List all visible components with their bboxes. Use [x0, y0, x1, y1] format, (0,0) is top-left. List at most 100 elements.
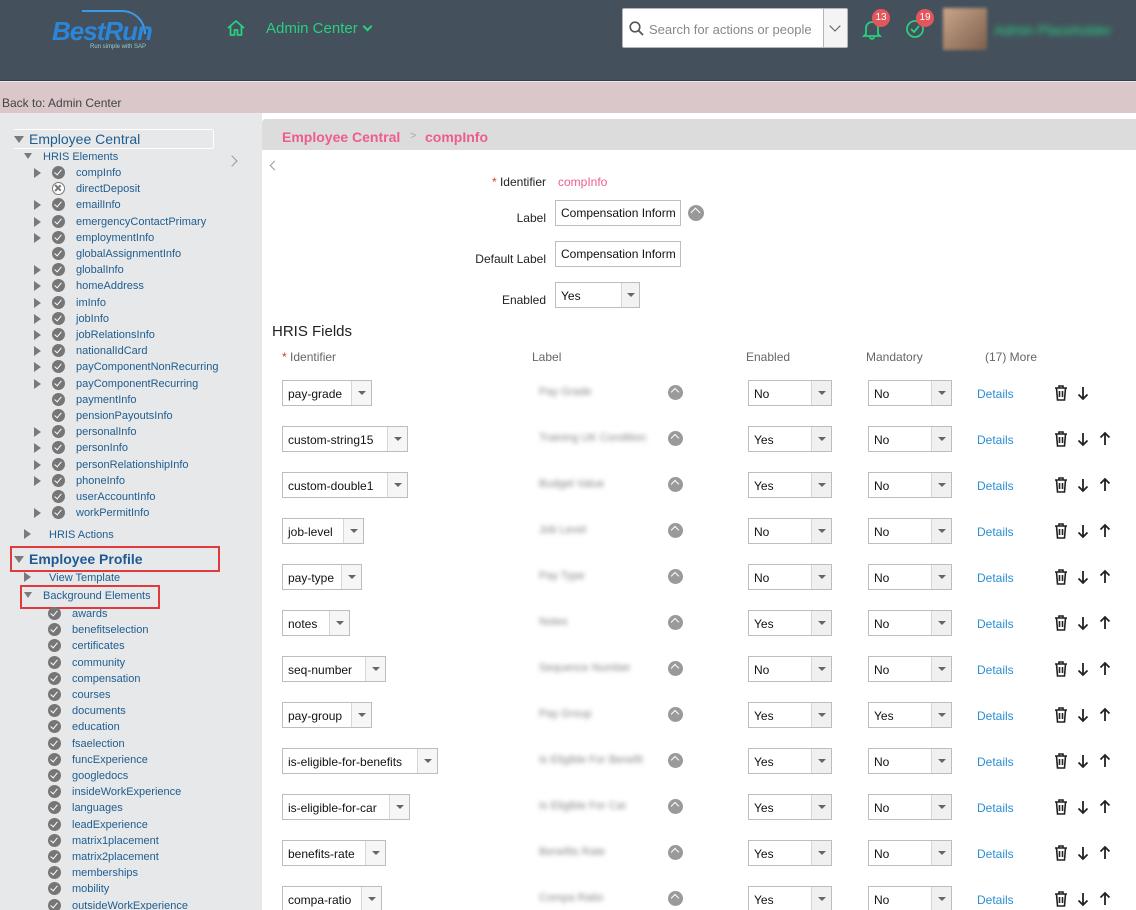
sidebar-item-background-element[interactable]: googledocs — [48, 768, 128, 784]
sidebar-item-hris-element[interactable]: directDeposit — [34, 181, 140, 197]
details-link[interactable]: Details — [977, 893, 1014, 907]
expand-right-icon[interactable] — [34, 427, 41, 438]
identifier-select[interactable]: benefits-rate — [282, 840, 386, 866]
move-up-arrow-icon[interactable] — [1097, 844, 1113, 862]
move-up-arrow-icon[interactable] — [1097, 798, 1113, 816]
field-label-input[interactable]: Sequence Number — [537, 658, 657, 680]
details-link[interactable]: Details — [977, 525, 1014, 539]
label-input[interactable] — [555, 200, 681, 226]
translate-globe-icon[interactable] — [668, 845, 683, 860]
details-link[interactable]: Details — [977, 847, 1014, 861]
chevron-right-icon[interactable] — [226, 155, 238, 167]
enabled-select[interactable]: Yes — [555, 282, 640, 308]
details-link[interactable]: Details — [977, 617, 1014, 631]
details-link[interactable]: Details — [977, 709, 1014, 723]
move-up-arrow-icon[interactable] — [1097, 752, 1113, 770]
enabled-select[interactable]: Yes — [748, 702, 832, 728]
field-label-input[interactable]: Is Eligible For Car — [537, 796, 657, 818]
move-down-arrow-icon[interactable] — [1075, 384, 1091, 402]
user-name[interactable]: Admin Placeholder — [994, 22, 1112, 38]
admin-center-menu[interactable]: Admin Center — [266, 20, 373, 37]
sidebar-item-background-element[interactable]: funcExperience — [48, 752, 148, 768]
column-header-more[interactable]: (17) More — [985, 350, 1037, 364]
mandatory-select[interactable]: No — [868, 840, 952, 866]
enabled-select[interactable]: Yes — [748, 794, 832, 820]
move-down-arrow-icon[interactable] — [1075, 522, 1091, 540]
trash-icon[interactable] — [1053, 522, 1069, 540]
field-label-input[interactable]: Training UK Condition — [537, 428, 657, 450]
sidebar-item-hris-element[interactable]: phoneInfo — [34, 473, 125, 489]
sidebar-item-background-element[interactable]: insideWorkExperience — [48, 784, 181, 800]
sidebar-item-hris-element[interactable]: userAccountInfo — [34, 489, 156, 505]
sidebar-item-hris-element[interactable]: globalInfo — [34, 262, 124, 278]
default-label-input[interactable] — [555, 241, 681, 267]
move-up-arrow-icon[interactable] — [1097, 614, 1113, 632]
sidebar-item-hris-element[interactable]: homeAddress — [34, 278, 144, 294]
move-down-arrow-icon[interactable] — [1075, 890, 1091, 908]
details-link[interactable]: Details — [977, 663, 1014, 677]
field-label-input[interactable]: Notes — [537, 612, 657, 634]
expand-right-icon[interactable] — [34, 216, 41, 227]
sidebar-item-background-element[interactable]: languages — [48, 800, 123, 816]
trash-icon[interactable] — [1053, 660, 1069, 678]
expand-right-icon[interactable] — [34, 346, 41, 357]
mandatory-select[interactable]: No — [868, 564, 952, 590]
field-label-input[interactable]: Is Eligible For Benefit — [537, 750, 657, 772]
identifier-select[interactable]: pay-group — [282, 702, 372, 728]
sidebar-item-background-element[interactable]: benefitselection — [48, 622, 148, 638]
sidebar-item-background-element[interactable]: courses — [48, 687, 111, 703]
translate-globe-icon[interactable] — [668, 753, 683, 768]
sidebar-section-employee-central[interactable]: Employee Central — [14, 129, 214, 149]
translate-globe-icon[interactable] — [668, 385, 683, 400]
sidebar-item-hris-element[interactable]: paymentInfo — [34, 392, 137, 408]
mandatory-select[interactable]: No — [868, 656, 952, 682]
sidebar-item-hris-element[interactable]: personRelationshipInfo — [34, 457, 189, 473]
company-logo[interactable]: BestRun Run simple with SAP — [50, 10, 154, 52]
enabled-select[interactable]: Yes — [748, 886, 832, 910]
enabled-select[interactable]: No — [748, 518, 832, 544]
move-down-arrow-icon[interactable] — [1075, 660, 1091, 678]
move-down-arrow-icon[interactable] — [1075, 706, 1091, 724]
mandatory-select[interactable]: No — [868, 794, 952, 820]
translate-globe-icon[interactable] — [668, 615, 683, 630]
move-up-arrow-icon[interactable] — [1097, 890, 1113, 908]
expand-right-icon[interactable] — [34, 508, 41, 519]
home-icon[interactable] — [226, 18, 246, 38]
move-up-arrow-icon[interactable] — [1097, 568, 1113, 586]
trash-icon[interactable] — [1053, 798, 1069, 816]
mandatory-select[interactable]: No — [868, 610, 952, 636]
enabled-select[interactable]: No — [748, 380, 832, 406]
sidebar-item-hris-element[interactable]: payComponentNonRecurring — [34, 359, 218, 375]
mandatory-select[interactable]: No — [868, 426, 952, 452]
sidebar-section-employee-profile[interactable]: Employee Profile — [14, 551, 143, 567]
move-down-arrow-icon[interactable] — [1075, 430, 1091, 448]
sidebar-item-view-template[interactable]: View Template — [24, 570, 120, 586]
move-up-arrow-icon[interactable] — [1097, 430, 1113, 448]
expand-right-icon[interactable] — [34, 378, 41, 389]
identifier-select[interactable]: is-eligible-for-benefits — [282, 748, 438, 774]
sidebar-item-hris-element[interactable]: pensionPayoutsInfo — [34, 408, 173, 424]
sidebar-item-hris-element[interactable]: personalInfo — [34, 424, 137, 440]
translate-globe-icon[interactable] — [668, 523, 683, 538]
expand-right-icon[interactable] — [34, 281, 41, 292]
sidebar-item-background-elements[interactable]: Background Elements — [24, 588, 151, 604]
sidebar-item-hris-element[interactable]: payComponentRecurring — [34, 376, 198, 392]
expand-right-icon[interactable] — [34, 443, 41, 454]
trash-icon[interactable] — [1053, 890, 1069, 908]
identifier-select[interactable]: pay-grade — [282, 380, 372, 406]
move-up-arrow-icon[interactable] — [1097, 476, 1113, 494]
sidebar-item-hris-element[interactable]: workPermitInfo — [34, 505, 149, 521]
move-down-arrow-icon[interactable] — [1075, 798, 1091, 816]
field-label-input[interactable]: Pay Type — [537, 566, 657, 588]
identifier-select[interactable]: compa-ratio — [282, 886, 382, 910]
trash-icon[interactable] — [1053, 706, 1069, 724]
expand-right-icon[interactable] — [34, 330, 41, 340]
translate-globe-icon[interactable] — [668, 891, 683, 906]
expand-right-icon[interactable] — [34, 168, 41, 178]
sidebar-item-background-element[interactable]: fsaelection — [48, 736, 125, 752]
search-input[interactable] — [649, 19, 819, 39]
sidebar-item-background-element[interactable]: compensation — [48, 671, 141, 687]
sidebar-item-hris-element[interactable]: globalAssignmentInfo — [34, 246, 181, 262]
sidebar-item-hris-elements[interactable]: HRIS Elements — [24, 149, 118, 165]
details-link[interactable]: Details — [977, 801, 1014, 815]
